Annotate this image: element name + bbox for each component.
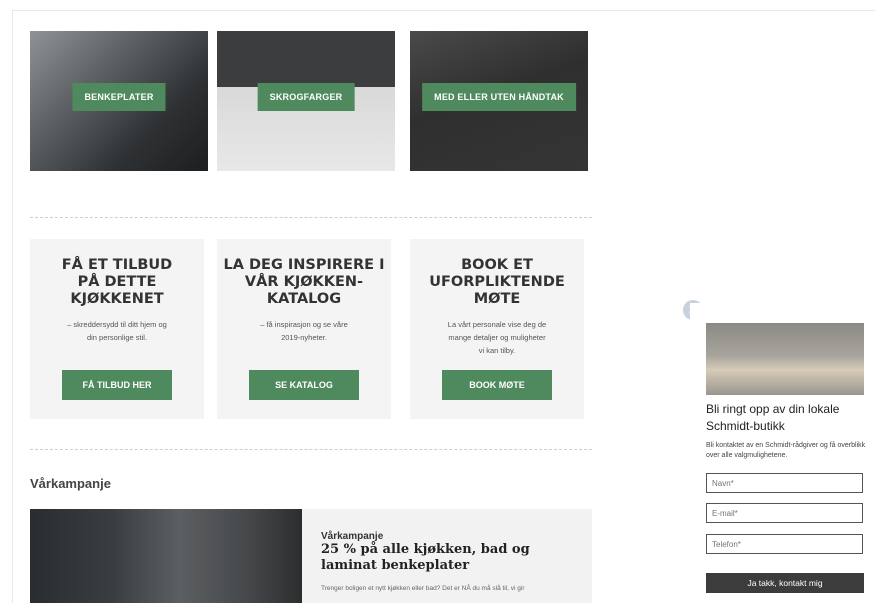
divider — [30, 217, 592, 218]
email-field[interactable] — [706, 503, 863, 523]
card-catalog-text: – få inspirasjon og se våre 2019-nyheter… — [260, 320, 348, 342]
card-catalog: LA DEG INSPIRERE I VÅR KJØKKEN- KATALOG … — [217, 239, 391, 419]
tile-handtak-button[interactable]: MED ELLER UTEN HÅNDTAK — [422, 83, 576, 111]
divider — [30, 449, 592, 450]
card-offer: FÅ ET TILBUD PÅ DETTE KJØKKENET – skredd… — [30, 239, 204, 419]
card-offer-heading: FÅ ET TILBUD PÅ DETTE KJØKKENET — [61, 257, 173, 307]
name-field[interactable] — [706, 473, 863, 493]
widget-image — [706, 323, 864, 395]
campaign-title[interactable]: 25 % på alle kjøkken, bad og laminat ben… — [321, 542, 581, 574]
card-offer-text: – skreddersydd til ditt hjem og din pers… — [67, 320, 167, 342]
offer-button[interactable]: FÅ TILBUD HER — [62, 370, 172, 400]
tile-benkeplater-button[interactable]: BENKEPLATER — [72, 83, 166, 111]
card-catalog-heading: LA DEG INSPIRERE I VÅR KJØKKEN- KATALOG — [223, 257, 385, 307]
widget-description: Bli kontaktet av en Schmidt-rådgiver og … — [706, 442, 866, 459]
tile-skrogfarger[interactable]: SKROGFARGER — [217, 31, 395, 171]
contact-submit-button[interactable]: Ja takk, kontakt mig — [706, 573, 864, 593]
card-meeting-text: La vårt personale vise deg de mange deta… — [447, 320, 547, 355]
callback-widget: Bli ringt opp av din lokale Schmidt-buti… — [690, 303, 870, 603]
card-meeting: BOOK ET UFORPLIKTENDE MØTE La vårt perso… — [410, 239, 584, 419]
campaign-text-box: Vårkampanje 25 % på alle kjøkken, bad og… — [302, 509, 592, 603]
campaign-image[interactable] — [30, 509, 302, 603]
tile-handtak[interactable]: MED ELLER UTEN HÅNDTAK — [410, 31, 588, 171]
widget-title: Bli ringt opp av din lokale Schmidt-buti… — [706, 402, 840, 433]
card-meeting-heading: BOOK ET UFORPLIKTENDE MØTE — [429, 257, 565, 307]
meeting-button[interactable]: BOOK MØTE — [442, 370, 552, 400]
section-title: Vårkampanje — [30, 476, 111, 491]
tile-skrogfarger-button[interactable]: SKROGFARGER — [257, 83, 355, 111]
tile-benkeplater[interactable]: BENKEPLATER — [30, 31, 208, 171]
catalog-button[interactable]: SE KATALOG — [249, 370, 359, 400]
phone-field[interactable] — [706, 534, 863, 554]
campaign-kicker: Vårkampanje — [321, 531, 384, 542]
page-frame: BENKEPLATER SKROGFARGER MED ELLER UTEN H… — [12, 10, 875, 603]
campaign-description: Trenger boligen et nytt kjøkken eller ba… — [321, 585, 525, 592]
